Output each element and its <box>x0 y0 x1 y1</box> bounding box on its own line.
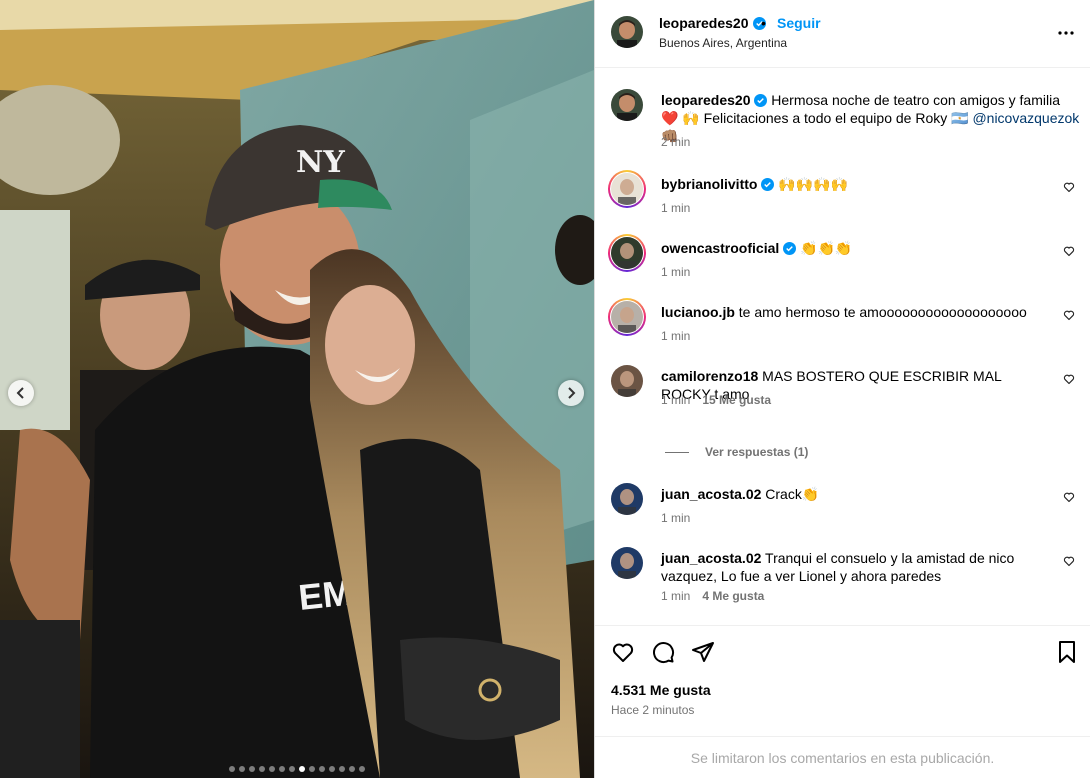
comment-body: 🙌🙌🙌🙌 <box>778 176 848 192</box>
verified-icon <box>754 94 768 107</box>
chevron-right-icon <box>568 387 576 399</box>
comment-body: te amo hermoso te amooooooooooooooooooo <box>738 304 1027 320</box>
author-avatar[interactable] <box>611 16 643 48</box>
commenter-username[interactable]: owencastrooficial <box>661 240 779 256</box>
carousel-dot <box>269 766 275 772</box>
likes-count[interactable]: 4.531 Me gusta <box>611 682 711 698</box>
caption-username[interactable]: leoparedes20 <box>661 92 751 108</box>
comment-time[interactable]: 1 min <box>661 589 690 603</box>
like-icon[interactable] <box>611 640 635 664</box>
comment-time[interactable]: 1 min <box>661 265 690 279</box>
carousel-dot <box>349 766 355 772</box>
comment-meta: 1 min 15 Me gusta <box>661 393 771 407</box>
carousel-dot <box>359 766 365 772</box>
verified-icon <box>783 242 797 255</box>
comments-limited-notice: Se limitaron los comentarios en esta pub… <box>595 736 1090 778</box>
comment-meta: 1 min <box>661 511 690 525</box>
comment-text: lucianoo.jb te amo hermoso te amoooooooo… <box>661 303 1051 321</box>
comment-time[interactable]: 1 min <box>661 201 690 215</box>
commenter-avatar[interactable] <box>611 547 643 579</box>
comment-body: Crack👏 <box>765 486 820 502</box>
view-replies-button[interactable]: Ver respuestas (1) <box>665 445 808 459</box>
comment-body: 👏👏👏 <box>800 240 853 256</box>
comment-like-icon[interactable] <box>1063 245 1075 257</box>
comment-likes[interactable]: 15 Me gusta <box>702 393 771 407</box>
post-header: leoparedes20 • Seguir Buenos Aires, Arge… <box>595 0 1090 68</box>
author-username-row[interactable]: leoparedes20 <box>659 15 766 31</box>
commenter-avatar[interactable] <box>611 237 643 269</box>
caption-meta: 2 min <box>661 135 690 149</box>
comment-time[interactable]: 1 min <box>661 511 690 525</box>
author-username[interactable]: leoparedes20 <box>659 15 749 31</box>
more-options-icon[interactable] <box>1057 24 1075 42</box>
commenter-username[interactable]: lucianoo.jb <box>661 304 735 320</box>
post-location[interactable]: Buenos Aires, Argentina <box>659 36 787 50</box>
header-separator: • <box>761 15 766 31</box>
carousel-next-button[interactable] <box>558 380 584 406</box>
save-icon[interactable] <box>1055 640 1079 664</box>
comment-like-icon[interactable] <box>1063 491 1075 503</box>
carousel-dot <box>289 766 295 772</box>
post-actions: 4.531 Me gusta Hace 2 minutos <box>595 625 1090 735</box>
carousel-dot <box>259 766 265 772</box>
comment-likes[interactable]: 4 Me gusta <box>702 589 764 603</box>
replies-divider <box>665 451 689 453</box>
post-side-panel: leoparedes20 • Seguir Buenos Aires, Arge… <box>594 0 1090 778</box>
carousel-indicator <box>0 766 594 772</box>
comment-like-icon[interactable] <box>1063 181 1075 193</box>
carousel-dot <box>229 766 235 772</box>
commenter-avatar[interactable] <box>611 365 643 397</box>
caption-avatar[interactable] <box>611 89 643 121</box>
commenter-username[interactable]: juan_acosta.02 <box>661 550 761 566</box>
view-replies-label: Ver respuestas (1) <box>705 445 809 459</box>
carousel-dot <box>309 766 315 772</box>
chevron-left-icon <box>16 387 24 399</box>
comment-meta: 1 min 4 Me gusta <box>661 589 764 603</box>
photo-image: EME STUD NY <box>0 0 594 778</box>
comment-like-icon[interactable] <box>1063 555 1075 567</box>
caption-mention-link[interactable]: @nicovazquezok <box>972 110 1079 126</box>
comment-meta: 1 min <box>661 201 690 215</box>
comment-meta: 1 min <box>661 265 690 279</box>
comment-time[interactable]: 1 min <box>661 393 690 407</box>
svg-text:NY: NY <box>296 145 345 180</box>
comment-text: owencastrooficial 👏👏👏 <box>661 239 1051 257</box>
commenter-username[interactable]: juan_acosta.02 <box>661 486 761 502</box>
carousel-dot <box>279 766 285 772</box>
comments-list: leoparedes20 Hermosa noche de teatro con… <box>595 69 1090 625</box>
carousel-dot <box>299 766 305 772</box>
commenter-avatar[interactable] <box>611 483 643 515</box>
commenter-avatar[interactable] <box>611 301 643 333</box>
carousel-dot <box>329 766 335 772</box>
commenter-username[interactable]: bybrianolivitto <box>661 176 757 192</box>
carousel-prev-button[interactable] <box>8 380 34 406</box>
comment-icon[interactable] <box>651 640 675 664</box>
comment-text: juan_acosta.02 Tranqui el consuelo y la … <box>661 549 1051 585</box>
carousel-dot <box>319 766 325 772</box>
commenter-avatar[interactable] <box>611 173 643 205</box>
post-photo[interactable]: EME STUD NY <box>0 0 594 778</box>
comment-like-icon[interactable] <box>1063 309 1075 321</box>
comment-like-icon[interactable] <box>1063 373 1075 385</box>
carousel-dot <box>239 766 245 772</box>
carousel-dot <box>339 766 345 772</box>
follow-button[interactable]: Seguir <box>777 15 821 31</box>
comment-time[interactable]: 1 min <box>661 329 690 343</box>
comment-meta: 1 min <box>661 329 690 343</box>
caption-text: leoparedes20 Hermosa noche de teatro con… <box>661 91 1081 145</box>
post-time[interactable]: Hace 2 minutos <box>611 703 694 717</box>
verified-icon <box>761 178 775 191</box>
instagram-post-modal: EME STUD NY <box>0 0 1090 778</box>
comment-text: bybrianolivitto 🙌🙌🙌🙌 <box>661 175 1051 193</box>
caption-time[interactable]: 2 min <box>661 135 690 149</box>
comment-text: juan_acosta.02 Crack👏 <box>661 485 1051 503</box>
commenter-username[interactable]: camilorenzo18 <box>661 368 758 384</box>
carousel-dot <box>249 766 255 772</box>
share-icon[interactable] <box>691 640 715 664</box>
